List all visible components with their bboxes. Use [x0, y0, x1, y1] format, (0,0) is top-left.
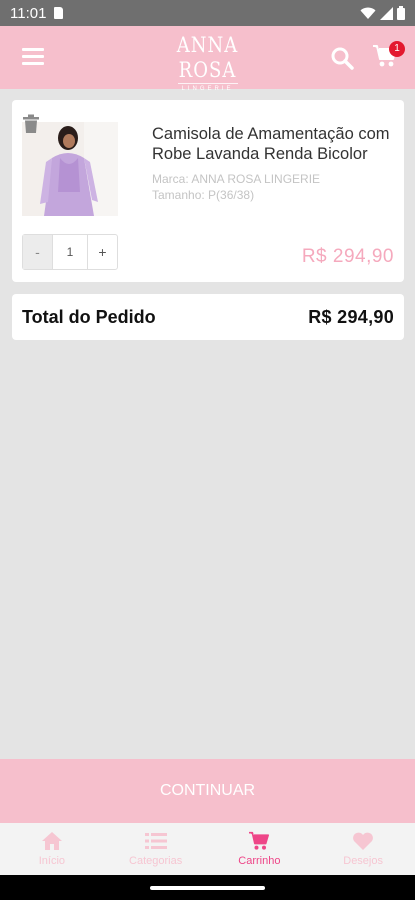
search-icon	[331, 47, 354, 70]
cart-count-badge: 1	[389, 41, 405, 57]
logo-name: ANNA ROSA	[176, 32, 239, 84]
tab-wishlist[interactable]: Desejos	[311, 823, 415, 875]
app-header: ANNA ROSA LINGERIE	[0, 26, 415, 92]
signal-icon	[380, 6, 393, 20]
tab-cart[interactable]: Carrinho	[208, 823, 312, 875]
quantity-stepper: - 1 +	[22, 234, 118, 270]
increase-quantity-button[interactable]: +	[88, 235, 117, 269]
tab-label: Carrinho	[238, 855, 281, 867]
status-icons	[360, 6, 405, 20]
continue-button[interactable]: CONTINUAR	[0, 759, 415, 823]
menu-icon-bar	[22, 48, 44, 51]
product-brand: Marca: ANNA ROSA LINGERIE	[152, 172, 321, 186]
trash-icon	[23, 114, 39, 133]
decrease-quantity-button[interactable]: -	[23, 235, 52, 269]
total-label: Total do Pedido	[22, 306, 156, 327]
product-image[interactable]	[22, 122, 118, 216]
brand-logo[interactable]: ANNA ROSA LINGERIE	[160, 33, 255, 92]
list-icon	[144, 833, 167, 849]
product-meta: Marca: ANNA ROSA LINGERIE Tamanho: P(36/…	[152, 171, 320, 203]
tab-label: Início	[38, 855, 66, 867]
quantity-value[interactable]: 1	[52, 235, 88, 269]
battery-icon	[397, 6, 405, 20]
search-button[interactable]	[330, 46, 354, 70]
total-value: R$ 294,90	[308, 306, 394, 327]
cart-item-card: Camisola de Amamentação com Robe Lavanda…	[12, 100, 404, 282]
heart-icon	[353, 832, 374, 850]
cart-icon	[249, 831, 270, 850]
product-title[interactable]: Camisola de Amamentação com Robe Lavanda…	[152, 124, 397, 164]
menu-icon-bar	[22, 55, 44, 58]
status-time: 11:01	[10, 4, 47, 22]
order-total-card: Total do Pedido R$ 294,90	[12, 294, 404, 340]
tab-categories[interactable]: Categorias	[104, 823, 208, 875]
sd-card-icon	[54, 7, 64, 19]
item-price: R$ 294,90	[301, 246, 394, 267]
menu-button[interactable]	[22, 48, 44, 66]
system-nav-bar	[0, 875, 415, 900]
logo-divider	[177, 83, 238, 84]
menu-icon-bar	[22, 62, 44, 65]
remove-item-button[interactable]	[22, 114, 40, 134]
logo-sub: LINGERIE	[181, 86, 234, 92]
product-size: Tamanho: P(36/38)	[152, 188, 255, 202]
tab-label: Categorias	[129, 855, 183, 867]
wifi-icon	[360, 7, 376, 19]
tab-home[interactable]: Início	[0, 823, 104, 875]
home-gesture-handle[interactable]	[150, 886, 265, 890]
status-bar: 11:01	[0, 0, 415, 26]
tab-label: Desejos	[343, 855, 383, 867]
home-icon	[41, 832, 62, 850]
product-photo	[22, 122, 118, 216]
bottom-tab-bar: Início Categorias Carrinho Desejos	[0, 823, 415, 875]
